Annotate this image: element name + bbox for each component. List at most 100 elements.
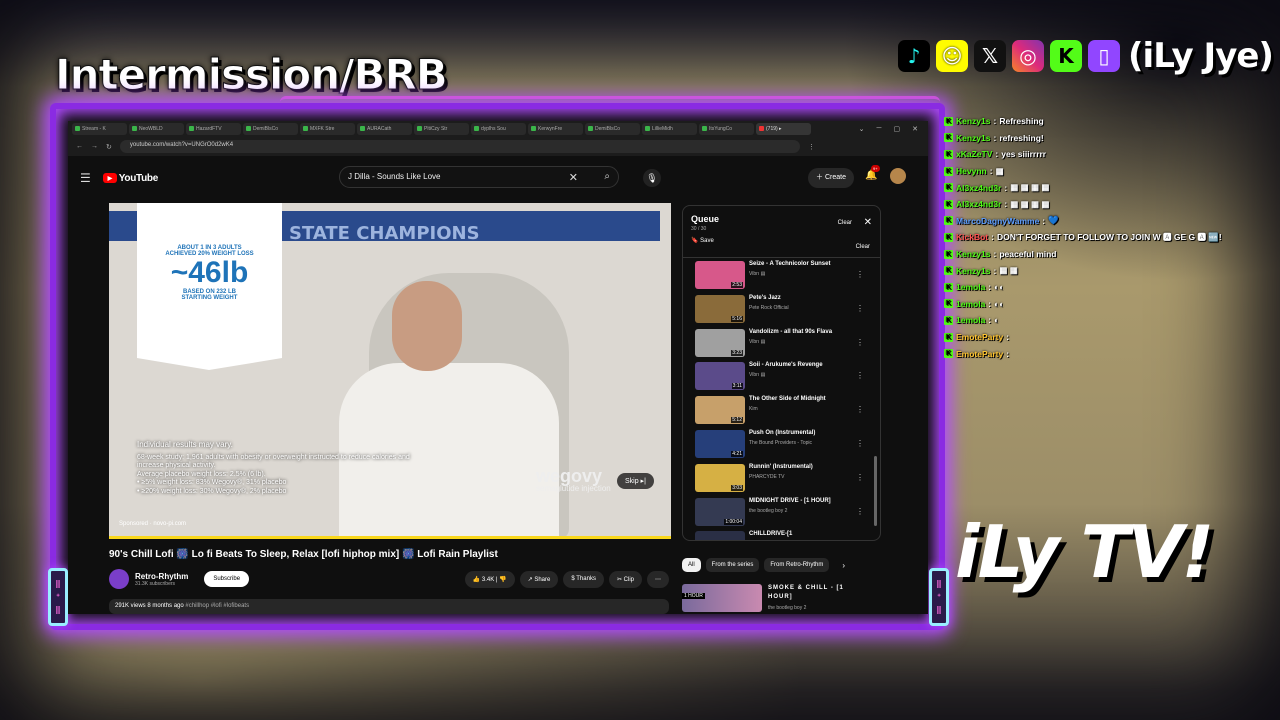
more-icon[interactable]: ⋮ xyxy=(856,270,864,279)
more-icon[interactable]: ⋮ xyxy=(856,540,864,541)
brand-logo-text: iLy TV! xyxy=(955,510,1214,594)
chat-message: K Kenzy1s: Refreshing xyxy=(944,113,1274,130)
queue-item[interactable]: CHILLDRIVE-[1 ⋮ xyxy=(683,528,880,541)
kick-icon: K xyxy=(1050,40,1082,72)
queue-item[interactable]: 5:16 Pete's Jazz Pete Rock Official ⋮ xyxy=(683,292,880,326)
action-bar: 👍 3.4K | 👎 ↗ Share $ Thanks ✂ Clip ⋯ xyxy=(464,570,669,588)
chip-from-series[interactable]: From the series xyxy=(705,558,760,572)
queue-item[interactable]: 3:11 Soii - Arukume's Revenge Vibrı ▤ ⋮ xyxy=(683,359,880,393)
mic-icon[interactable]: 🎙 xyxy=(643,169,661,187)
queue-item-title: Seize - A Technicolor Sunset xyxy=(749,261,831,267)
address-bar: ← → ↻ youtube.com/watch?v=UNGrO0d2wK4 ⋮ xyxy=(68,137,928,156)
search-icon[interactable]: ⌕ xyxy=(604,171,610,182)
queue-panel: Queue 30 / 30 🔖 Save Clear ✕ Clear 2:53 S… xyxy=(682,205,881,541)
chat-separator: : xyxy=(991,232,994,243)
queue-clear-button-2[interactable]: Clear xyxy=(856,244,870,250)
browser-tab[interactable]: dyplhs Sou xyxy=(471,123,526,135)
queue-save-button[interactable]: 🔖 Save xyxy=(691,237,872,244)
browser-tab[interactable]: AURACath xyxy=(357,123,412,135)
sponsored-label[interactable]: Sponsored · novo-pi.com xyxy=(119,521,186,527)
window-controls[interactable]: ⌄ ─ ▢ ✕ xyxy=(859,125,928,133)
queue-item[interactable]: 5:12 The Other Side of Midnight Kim ⋮ xyxy=(683,393,880,427)
create-button[interactable]: ＋ Create xyxy=(808,168,854,188)
browser-tab[interactable]: DemiBlsCo xyxy=(585,123,640,135)
recommended-video[interactable]: 1 HOUR SMOKE & CHILL - [1 HOUR] the boot… xyxy=(682,584,858,612)
chip-from-channel[interactable]: From Retro-Rhythm xyxy=(764,558,830,572)
hashtags[interactable]: #chillhop #lofi #lofibeats xyxy=(185,603,249,609)
ad-brand[interactable]: wegovy semaglutide injection xyxy=(536,467,611,493)
queue-item-channel: Kim xyxy=(749,406,758,413)
queue-thumbnail[interactable]: 1:00:04 xyxy=(695,497,745,526)
browser-tab[interactable]: ItsYungCo xyxy=(699,123,754,135)
subscribe-button[interactable]: Subscribe xyxy=(204,571,250,587)
tab-strip: Stream - K NeoWBLD HazardFTV DemiBlsCo MXFK … xyxy=(68,121,928,137)
chat-separator: : xyxy=(993,132,997,143)
more-icon[interactable]: ⋮ xyxy=(856,371,864,380)
browser-tab[interactable]: LillieMidh xyxy=(642,123,697,135)
more-actions-button[interactable]: ⋯ xyxy=(647,570,669,588)
browser-tab[interactable]: (719) ▸ xyxy=(756,123,811,135)
channel-avatar[interactable] xyxy=(109,569,129,589)
chat-text: ▦ ▦ xyxy=(999,265,1018,276)
queue-thumbnail[interactable] xyxy=(695,531,745,540)
channel-name[interactable]: Retro-Rhythm xyxy=(135,572,188,581)
queue-item[interactable]: 3:23 Vandolizm - all that 90s Flava Vibrı … xyxy=(683,326,880,360)
search-input[interactable]: J Dilla - Sounds Like Love ✕ ⌕ xyxy=(339,166,619,188)
queue-item[interactable]: 3:03 Runnin' (Instrumental) PHARCYDE TV ⋮ xyxy=(683,461,880,495)
queue-thumbnail[interactable]: 2:53 xyxy=(695,261,745,289)
chat-username: Al3xz4nd3r xyxy=(956,199,1002,210)
share-button[interactable]: ↗ Share xyxy=(519,570,559,588)
extensions-icon[interactable]: ⋮ xyxy=(808,143,815,151)
more-icon[interactable]: ⋮ xyxy=(856,473,864,482)
clip-button[interactable]: ✂ Clip xyxy=(608,570,642,588)
chevron-right-icon[interactable]: › xyxy=(842,561,845,570)
youtube-logo[interactable]: ▶ YouTube xyxy=(102,173,158,184)
queue-scrollbar[interactable] xyxy=(874,456,877,526)
more-icon[interactable]: ⋮ xyxy=(856,439,864,448)
duration-badge: 4:21 xyxy=(731,450,743,457)
close-icon[interactable]: ✕ xyxy=(864,217,872,228)
instagram-icon: ◎ xyxy=(1012,40,1044,72)
clear-search-icon[interactable]: ✕ xyxy=(569,171,578,184)
browser-tab[interactable]: HazardFTV xyxy=(186,123,241,135)
forward-icon[interactable]: → xyxy=(91,143,98,150)
like-button[interactable]: 👍 3.4K | 👎 xyxy=(464,570,515,588)
reload-icon[interactable]: ↻ xyxy=(106,143,112,151)
queue-item-title: The Other Side of Midnight xyxy=(749,396,826,403)
chat-separator: : xyxy=(993,265,997,276)
back-icon[interactable]: ← xyxy=(76,143,83,150)
queue-item[interactable]: 2:53 Seize - A Technicolor Sunset Vibrı ▤ ⋮ xyxy=(683,258,880,292)
queue-thumbnail[interactable]: 5:12 xyxy=(695,396,745,425)
browser-tab[interactable]: Stream - K xyxy=(72,123,127,135)
thanks-button[interactable]: $ Thanks xyxy=(563,570,604,588)
browser-tab[interactable]: PltiCzy Str xyxy=(414,123,469,135)
queue-thumbnail[interactable]: 5:16 xyxy=(695,294,745,323)
avatar[interactable] xyxy=(890,168,906,184)
rec-thumbnail[interactable]: 1 HOUR xyxy=(682,584,762,612)
more-icon[interactable]: ⋮ xyxy=(856,304,864,313)
queue-item[interactable]: 1:00:04 MIDNIGHT DRIVE - [1 HOUR] the boot… xyxy=(683,495,880,529)
queue-item-channel: Vibrı ▤ xyxy=(749,372,766,379)
browser-tab[interactable]: KerwynFre xyxy=(528,123,583,135)
more-icon[interactable]: ⋮ xyxy=(856,405,864,414)
browser-tab[interactable]: NeoWBLD xyxy=(129,123,184,135)
hamburger-menu-icon[interactable]: ☰ xyxy=(80,171,91,185)
url-input[interactable]: youtube.com/watch?v=UNGrO0d2wK4 xyxy=(119,140,800,153)
queue-thumbnail[interactable]: 3:23 xyxy=(695,328,745,357)
description-box[interactable]: 291K views 8 months ago #chillhop #lofi … xyxy=(109,599,669,614)
queue-thumbnail[interactable]: 3:03 xyxy=(695,463,745,492)
ad-progress-bar[interactable] xyxy=(109,536,671,539)
video-player[interactable]: STATE CHAMPIONS ABOUT 1 IN 3 ADULTS ACHI… xyxy=(109,203,671,539)
queue-thumbnail[interactable]: 4:21 xyxy=(695,429,745,458)
skip-ad-button[interactable]: Skip ▸| xyxy=(617,473,654,489)
queue-item-channel: The Bound Providers - Topic xyxy=(749,439,812,446)
browser-tab[interactable]: MXFK Stre xyxy=(300,123,355,135)
more-icon[interactable]: ⋮ xyxy=(856,338,864,347)
more-icon[interactable]: ⋮ xyxy=(856,507,864,516)
queue-item[interactable]: 4:21 Push On (Instrumental) The Bound Prov… xyxy=(683,427,880,461)
queue-thumbnail[interactable]: 3:11 xyxy=(695,362,745,391)
browser-tab[interactable]: DemiBlsCo xyxy=(243,123,298,135)
queue-clear-button[interactable]: Clear xyxy=(838,220,852,226)
channel-row: Retro-Rhythm 31.3K subscribers Subscribe… xyxy=(109,567,669,591)
chip-all[interactable]: All xyxy=(682,558,701,572)
